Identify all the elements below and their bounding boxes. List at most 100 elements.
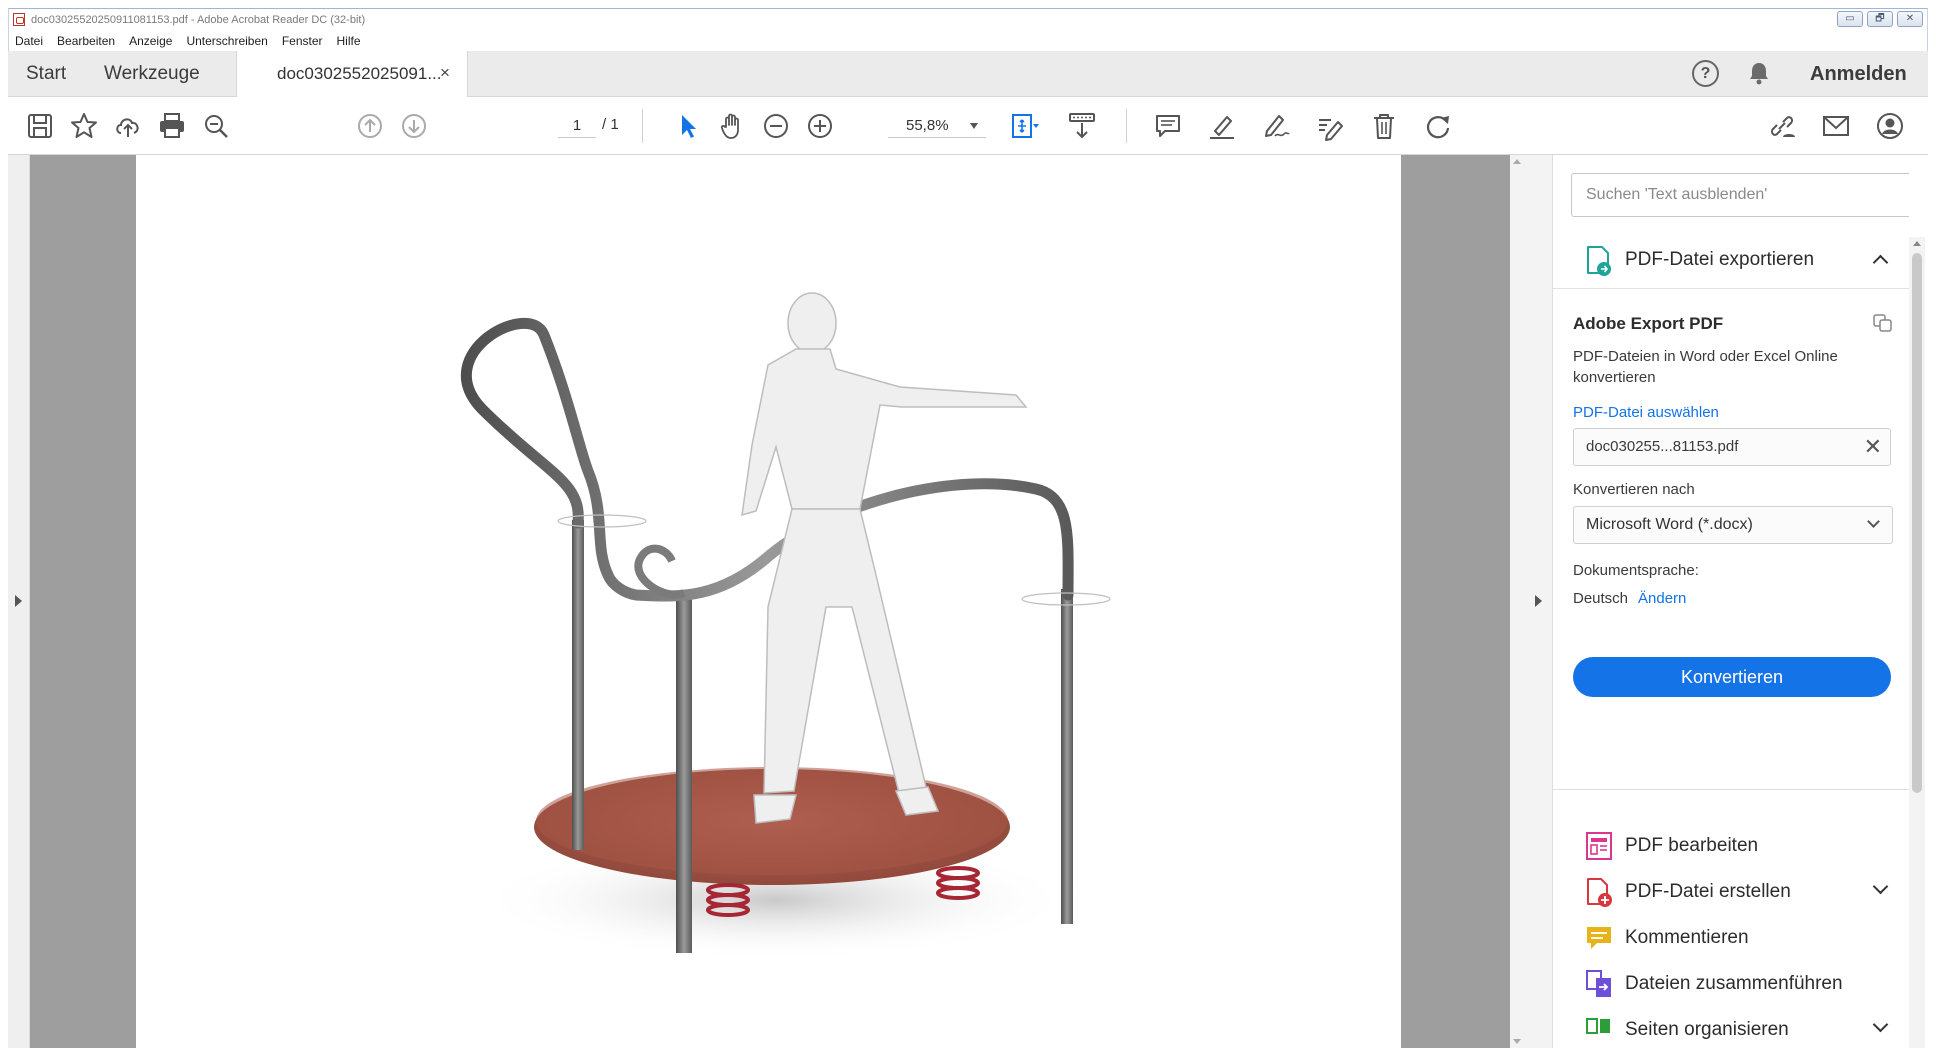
account-icon[interactable]: [1874, 110, 1906, 142]
menu-bearbeiten[interactable]: Bearbeiten: [57, 34, 115, 48]
share-link-icon[interactable]: [1766, 110, 1798, 142]
menu-unterschreiben[interactable]: Unterschreiben: [186, 34, 267, 48]
combine-files-icon: [1586, 970, 1611, 997]
right-panel-toggle[interactable]: [1525, 155, 1553, 1048]
scroll-down-icon[interactable]: [1513, 1039, 1521, 1044]
left-panel-toggle[interactable]: [8, 155, 30, 1048]
output-format-select[interactable]: Microsoft Word (*.docx): [1573, 506, 1893, 544]
tool-comment-label: Kommentieren: [1625, 927, 1749, 948]
export-panel-title: Adobe Export PDF: [1573, 314, 1724, 333]
edit-text-icon[interactable]: [1314, 110, 1346, 142]
main-toolbar: 1 / 1 55,8%: [8, 97, 1928, 155]
draw-icon[interactable]: [1260, 110, 1292, 142]
cloud-upload-icon[interactable]: [112, 110, 144, 142]
restore-button[interactable]: 🗗: [1867, 11, 1893, 27]
highlight-icon[interactable]: [1206, 110, 1238, 142]
email-icon[interactable]: [1820, 110, 1852, 142]
tools-pane: Suchen 'Text ausblenden' PDF-Datei expor…: [1553, 155, 1909, 1048]
signin-button[interactable]: Anmelden: [1810, 63, 1907, 86]
minimize-button[interactable]: ▭: [1837, 11, 1863, 27]
zoom-level-select[interactable]: 55,8%: [888, 113, 986, 138]
tool-combine-files[interactable]: Dateien zusammenführen: [1553, 961, 1909, 1007]
help-icon[interactable]: ?: [1692, 60, 1719, 87]
page-down-icon[interactable]: [398, 110, 430, 142]
page-total: / 1: [602, 116, 619, 133]
chevron-down-icon: [1867, 515, 1880, 528]
export-pdf-section-label: PDF-Datei exportieren: [1625, 249, 1815, 270]
tool-combine-files-label: Dateien zusammenführen: [1625, 973, 1843, 994]
page-up-icon[interactable]: [354, 110, 386, 142]
menu-fenster[interactable]: Fenster: [282, 34, 323, 48]
tool-create-pdf-label: PDF-Datei erstellen: [1625, 881, 1791, 902]
fit-page-icon[interactable]: [1008, 110, 1040, 142]
create-pdf-icon: [1587, 878, 1612, 907]
hand-icon[interactable]: [716, 110, 748, 142]
tool-organize-pages-label: Seiten organisieren: [1625, 1019, 1789, 1040]
organize-pages-icon: [1586, 1018, 1610, 1034]
comment-icon[interactable]: [1152, 110, 1184, 142]
export-description: PDF-Dateien in Word oder Excel Online ko…: [1573, 348, 1838, 386]
chevron-up-icon[interactable]: [1872, 254, 1889, 271]
rotate-icon[interactable]: [1422, 110, 1454, 142]
scroll-up-icon[interactable]: [1913, 241, 1921, 246]
change-language-link[interactable]: Ändern: [1638, 590, 1686, 607]
zoom-out-icon[interactable]: [760, 110, 792, 142]
tools-search-input[interactable]: Suchen 'Text ausblenden': [1571, 173, 1909, 217]
notification-bell-icon[interactable]: [1748, 61, 1770, 85]
export-pdf-section-header[interactable]: PDF-Datei exportieren: [1553, 235, 1909, 289]
tool-edit-pdf-label: PDF bearbeiten: [1625, 835, 1759, 856]
tool-create-pdf[interactable]: PDF-Datei erstellen: [1553, 869, 1909, 915]
select-pdf-link[interactable]: PDF-Datei auswählen: [1573, 404, 1719, 421]
convert-to-label: Konvertieren nach: [1573, 481, 1695, 498]
tool-organize-pages[interactable]: Seiten organisieren: [1553, 1007, 1909, 1048]
tool-comment[interactable]: Kommentieren: [1553, 915, 1909, 961]
zoom-in-icon[interactable]: [804, 110, 836, 142]
window-titlebar: doc03025520250911081153.pdf - Adobe Acro…: [8, 8, 1928, 30]
close-tab-icon[interactable]: ×: [440, 63, 450, 83]
tab-bar: Start Werkzeuge doc0302552025091... × ? …: [8, 51, 1928, 97]
menu-hilfe[interactable]: Hilfe: [337, 34, 361, 48]
collapse-right-arrow-icon: [1535, 595, 1542, 607]
tools-pane-scrollbar[interactable]: [1909, 237, 1925, 1048]
export-pdf-panel: Adobe Export PDF PDF-Dateien in Word ode…: [1553, 290, 1909, 790]
close-window-button[interactable]: ✕: [1897, 11, 1923, 27]
edit-pdf-icon: [1586, 832, 1612, 860]
expand-left-arrow-icon: [15, 595, 22, 607]
document-scrollbar[interactable]: [1510, 155, 1525, 1048]
chevron-down-icon: [970, 123, 978, 129]
bookmark-star-icon[interactable]: [68, 110, 100, 142]
zoom-level-value: 55,8%: [906, 117, 949, 134]
export-options-icon[interactable]: [1873, 314, 1893, 332]
comment-tool-icon: [1587, 927, 1611, 949]
document-language-label: Dokumentsprache:: [1573, 562, 1699, 579]
convert-button[interactable]: Konvertieren: [1573, 657, 1891, 697]
document-language-value: Deutsch: [1573, 590, 1629, 607]
zoom-search-icon[interactable]: [200, 110, 232, 142]
export-pdf-icon: [1587, 246, 1611, 276]
output-format-value: Microsoft Word (*.docx): [1586, 516, 1753, 533]
select-cursor-icon[interactable]: [672, 110, 704, 142]
scroll-thumb[interactable]: [1912, 253, 1922, 793]
save-icon[interactable]: [24, 110, 56, 142]
scroll-mode-icon[interactable]: [1066, 110, 1098, 142]
delete-icon[interactable]: [1368, 110, 1400, 142]
tab-start[interactable]: Start: [26, 63, 66, 85]
menu-datei[interactable]: Datei: [15, 34, 43, 48]
page-number-input[interactable]: 1: [558, 113, 596, 138]
toolbar-divider: [642, 109, 643, 143]
menu-anzeige[interactable]: Anzeige: [129, 34, 172, 48]
scroll-up-icon[interactable]: [1513, 159, 1521, 164]
window-controls: ▭ 🗗 ✕: [1837, 11, 1923, 27]
acrobat-app-icon: [13, 13, 25, 26]
selected-file-field: doc030255...81153.pdf ✕: [1573, 428, 1891, 466]
tab-document[interactable]: doc0302552025091... ×: [236, 51, 468, 97]
remove-file-icon[interactable]: ✕: [1864, 434, 1882, 460]
chevron-down-icon[interactable]: [1872, 878, 1889, 895]
tool-edit-pdf[interactable]: PDF bearbeiten: [1553, 823, 1909, 869]
tab-werkzeuge[interactable]: Werkzeuge: [104, 63, 200, 85]
pdf-page: [136, 155, 1401, 1048]
chevron-down-icon[interactable]: [1872, 1016, 1889, 1033]
print-icon[interactable]: [156, 110, 188, 142]
selected-file-name: doc030255...81153.pdf: [1586, 438, 1739, 455]
document-tab-label: doc0302552025091...: [277, 64, 442, 83]
